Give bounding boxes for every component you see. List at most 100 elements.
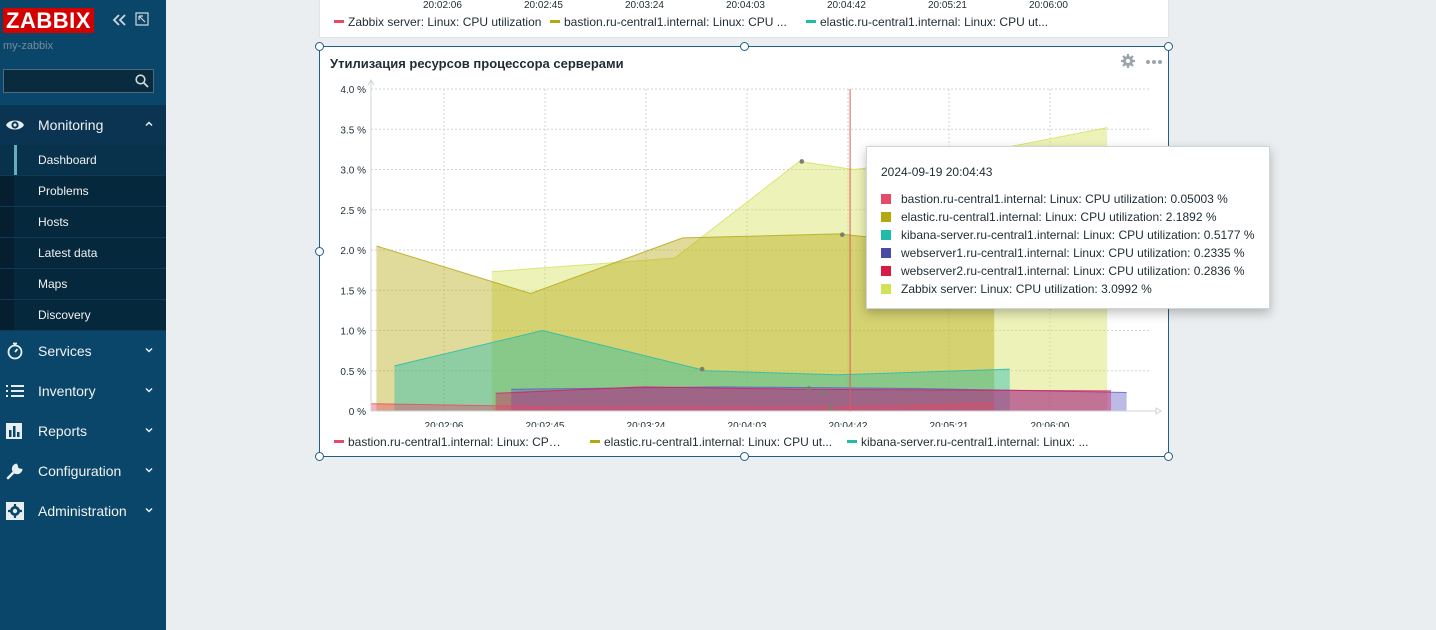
tooltip-label: elastic.ru-central1.internal: Linux: CPU… bbox=[901, 210, 1217, 224]
tooltip-label: bastion.ru-central1.internal: Linux: CPU… bbox=[901, 192, 1228, 206]
x-tick-label: 20:06:00 bbox=[1031, 421, 1070, 427]
widget-legend: bastion.ru-central1.internal: Linux: CPU… bbox=[334, 435, 1154, 451]
legend-item[interactable]: elastic.ru-central1.internal: Linux: CPU… bbox=[806, 15, 1066, 29]
search-icon[interactable] bbox=[135, 74, 149, 88]
legend-swatch bbox=[334, 20, 344, 24]
y-tick-label: 1.5 % bbox=[340, 286, 366, 297]
legend-swatch bbox=[550, 20, 560, 24]
search-input[interactable] bbox=[8, 72, 128, 90]
legend-label: bastion.ru-central1.internal: Linux: CPU… bbox=[564, 15, 787, 29]
tooltip-row: Zabbix server: Linux: CPU utilization: 3… bbox=[881, 282, 1152, 296]
chevron-down-icon bbox=[145, 467, 153, 473]
legend-swatch bbox=[806, 20, 816, 24]
series-swatch bbox=[881, 248, 891, 258]
submenu-item-dashboard[interactable]: Dashboard bbox=[0, 145, 166, 176]
hover-point-marker bbox=[799, 159, 805, 164]
server-name: my-zabbix bbox=[3, 40, 54, 52]
legend-label: bastion.ru-central1.internal: Linux: CPU… bbox=[348, 435, 569, 449]
menu-label: Configuration bbox=[38, 463, 122, 479]
tooltip-row: kibana-server.ru-central1.internal: Linu… bbox=[881, 228, 1255, 242]
menu-item-monitoring[interactable]: Monitoring bbox=[0, 105, 166, 145]
resize-handle[interactable] bbox=[315, 42, 324, 51]
tooltip-row: webserver2.ru-central1.internal: Linux: … bbox=[881, 264, 1245, 278]
series-swatch bbox=[881, 194, 891, 204]
x-tick-label: 20:03:24 bbox=[625, 0, 664, 11]
legend-swatch bbox=[334, 440, 344, 444]
y-tick-label: 1.0 % bbox=[340, 327, 366, 338]
menu-item-services[interactable]: Services bbox=[0, 331, 166, 371]
tooltip-label: Zabbix server: Linux: CPU utilization: 3… bbox=[901, 282, 1152, 296]
submenu-item-problems[interactable]: Problems bbox=[0, 176, 166, 207]
main-menu: Monitoring Dashboard Problems Hosts Late… bbox=[0, 105, 166, 531]
tooltip-label: kibana-server.ru-central1.internal: Linu… bbox=[901, 228, 1255, 242]
resize-handle[interactable] bbox=[315, 452, 324, 461]
y-tick-label: 4.0 % bbox=[340, 85, 366, 96]
submenu-item-maps[interactable]: Maps bbox=[0, 269, 166, 300]
tooltip-row: webserver1.ru-central1.internal: Linux: … bbox=[881, 246, 1245, 260]
menu-item-reports[interactable]: Reports bbox=[0, 411, 166, 451]
resize-handle[interactable] bbox=[315, 247, 324, 256]
legend-item[interactable]: Zabbix server: Linux: CPU utilization bbox=[334, 15, 544, 29]
menu-section-monitoring: Monitoring Dashboard Problems Hosts Late… bbox=[0, 105, 166, 331]
bar-chart-icon bbox=[6, 423, 22, 439]
y-tick-label: 2.0 % bbox=[340, 246, 366, 257]
tooltip-timestamp: 2024-09-19 20:04:43 bbox=[881, 165, 993, 179]
legend-item[interactable]: bastion.ru-central1.internal: Linux: CPU… bbox=[550, 15, 800, 29]
x-tick-label: 20:02:45 bbox=[524, 0, 563, 11]
legend-swatch bbox=[847, 440, 857, 444]
legend-item[interactable]: bastion.ru-central1.internal: Linux: CPU… bbox=[334, 435, 569, 449]
x-tick-label: 20:04:03 bbox=[726, 0, 765, 11]
menu-label: Monitoring bbox=[38, 117, 104, 133]
legend-label: elastic.ru-central1.internal: Linux: CPU… bbox=[820, 15, 1049, 29]
resize-handle[interactable] bbox=[740, 452, 749, 461]
collapse-sidebar-icon[interactable] bbox=[111, 12, 127, 28]
submenu-item-discovery[interactable]: Discovery bbox=[0, 300, 166, 331]
chevron-down-icon bbox=[145, 347, 153, 353]
menu-label: Reports bbox=[38, 423, 88, 439]
legend-item[interactable]: kibana-server.ru-central1.internal: Linu… bbox=[847, 435, 1102, 449]
legend-item[interactable]: elastic.ru-central1.internal: Linux: CPU… bbox=[590, 435, 840, 449]
menu-label: Services bbox=[38, 343, 92, 359]
list-icon bbox=[6, 385, 24, 397]
logo-row: ZABBIX bbox=[3, 8, 163, 34]
zabbix-logo[interactable]: ZABBIX bbox=[3, 8, 94, 33]
gear-icon bbox=[6, 502, 24, 520]
menu-item-inventory[interactable]: Inventory bbox=[0, 371, 166, 411]
y-tick-label: 0 % bbox=[349, 407, 366, 418]
x-tick-label: 20:05:21 bbox=[928, 0, 967, 11]
chevron-down-icon bbox=[145, 507, 153, 513]
active-indicator bbox=[14, 145, 17, 175]
hover-point-marker bbox=[839, 232, 845, 238]
chevron-down-icon bbox=[145, 427, 153, 433]
x-tick-label: 20:02:06 bbox=[423, 0, 462, 11]
monitoring-submenu: Dashboard Problems Hosts Latest data Map… bbox=[0, 145, 166, 331]
submenu-item-latest-data[interactable]: Latest data bbox=[0, 238, 166, 269]
menu-label: Inventory bbox=[38, 383, 96, 399]
tooltip-label: webserver2.ru-central1.internal: Linux: … bbox=[901, 264, 1245, 278]
series-swatch bbox=[881, 284, 891, 294]
resize-handle[interactable] bbox=[1164, 452, 1173, 461]
x-tick-label: 20:05:21 bbox=[930, 421, 969, 427]
resize-handle[interactable] bbox=[1164, 42, 1173, 51]
resize-handle[interactable] bbox=[740, 42, 749, 51]
submenu-label: Dashboard bbox=[38, 153, 97, 167]
series-swatch bbox=[881, 230, 891, 240]
menu-item-configuration[interactable]: Configuration bbox=[0, 451, 166, 491]
submenu-label: Latest data bbox=[38, 246, 98, 260]
submenu-item-hosts[interactable]: Hosts bbox=[0, 207, 166, 238]
series-swatch bbox=[881, 212, 891, 222]
menu-item-administration[interactable]: Administration bbox=[0, 491, 166, 531]
kiosk-mode-icon[interactable] bbox=[135, 12, 149, 26]
legend-swatch bbox=[590, 440, 600, 444]
sidebar: ZABBIX my-zabbix Monitoring Dashboard Pr… bbox=[0, 0, 166, 630]
y-tick-label: 3.5 % bbox=[340, 125, 366, 136]
y-tick-label: 0.5 % bbox=[340, 367, 366, 378]
submenu-label: Problems bbox=[38, 184, 89, 198]
submenu-label: Maps bbox=[38, 277, 68, 291]
legend-label: elastic.ru-central1.internal: Linux: CPU… bbox=[604, 435, 833, 449]
eye-icon bbox=[6, 120, 24, 130]
x-axis-arrow bbox=[1155, 407, 1162, 415]
search-field[interactable] bbox=[3, 69, 154, 93]
tooltip-row: elastic.ru-central1.internal: Linux: CPU… bbox=[881, 210, 1217, 224]
submenu-label: Discovery bbox=[38, 308, 91, 322]
